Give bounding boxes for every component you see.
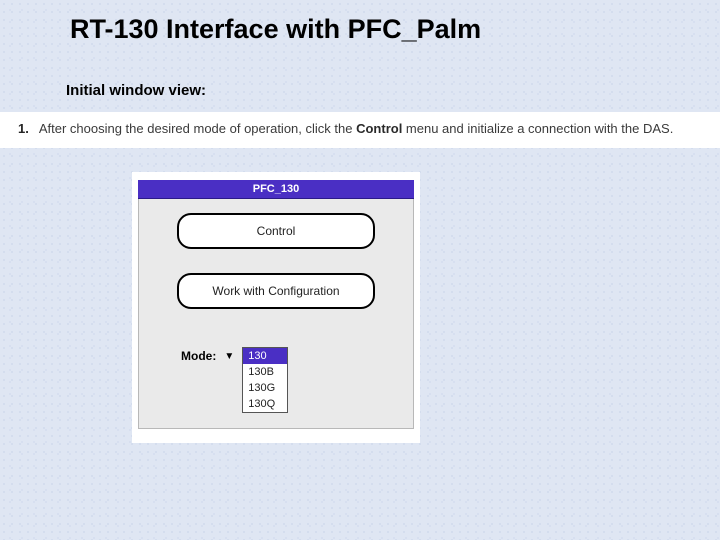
mode-row: Mode: ▼ 130 130B 130G 130Q: [181, 347, 288, 413]
pfc-titlebar: PFC_130: [138, 180, 414, 199]
mode-option-130g[interactable]: 130G: [243, 380, 287, 396]
mode-option-130q[interactable]: 130Q: [243, 396, 287, 412]
instruction-bold: Control: [356, 121, 402, 136]
instruction-before: After choosing the desired mode of opera…: [39, 121, 356, 136]
pfc-body: Control Work with Configuration Mode: ▼ …: [138, 199, 414, 429]
instruction-block: 1. After choosing the desired mode of op…: [0, 112, 720, 148]
page-title: RT-130 Interface with PFC_Palm: [70, 14, 481, 45]
instruction-text: After choosing the desired mode of opera…: [39, 120, 673, 138]
section-subtitle: Initial window view:: [66, 82, 206, 99]
control-button[interactable]: Control: [177, 213, 375, 249]
mode-option-130b[interactable]: 130B: [243, 364, 287, 380]
dropdown-arrow-icon[interactable]: ▼: [224, 351, 234, 362]
instruction-number: 1.: [18, 121, 29, 136]
pfc-window: PFC_130 Control Work with Configuration …: [132, 172, 420, 443]
mode-label: Mode:: [181, 349, 216, 363]
instruction-after: menu and initialize a connection with th…: [402, 121, 673, 136]
mode-option-130[interactable]: 130: [243, 348, 287, 364]
pfc-padding: PFC_130 Control Work with Configuration …: [132, 172, 420, 443]
mode-dropdown-list[interactable]: 130 130B 130G 130Q: [242, 347, 288, 413]
work-with-configuration-button[interactable]: Work with Configuration: [177, 273, 375, 309]
